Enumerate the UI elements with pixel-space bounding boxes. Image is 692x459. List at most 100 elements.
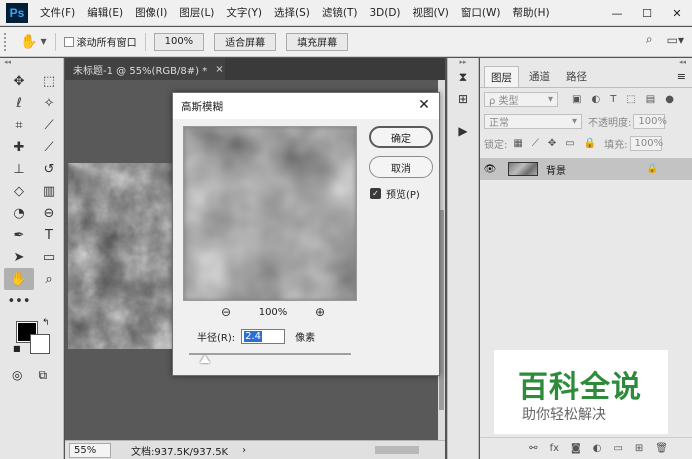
menu-help[interactable]: 帮助(H) [513,5,550,20]
blend-mode-select[interactable]: 正常 ▾ [484,113,582,129]
layer-row[interactable]: 👁 背景 🔒 [480,158,692,180]
default-colors-icon[interactable]: ■ [13,344,21,353]
search-icon[interactable]: ⌕ [646,32,653,47]
preview-toggle[interactable]: ✓ 预览(P) [370,186,420,201]
menu-view[interactable]: 视图(V) [413,5,449,20]
lock-all-icon[interactable]: 🔒 [584,138,596,149]
horizontal-scrollbar[interactable] [325,444,435,456]
radius-slider-track[interactable] [189,353,351,355]
blur-tool-icon[interactable]: ◔ [4,202,34,224]
new-group-icon[interactable]: ▭ [613,443,622,454]
actions-play-icon[interactable]: ▶ [448,120,478,142]
blur-preview[interactable] [183,126,357,301]
smart-object-filter-icon[interactable]: ▤ [646,94,655,105]
fit-screen-button[interactable]: 适合屏幕 [214,32,277,51]
dodge-tool-icon[interactable]: ⊖ [34,202,64,224]
move-tool-icon[interactable]: ✥ [4,70,34,92]
clone-stamp-tool-icon[interactable]: ⊥ [4,158,34,180]
zoom-in-icon[interactable]: ⊕ [315,305,325,319]
menu-select[interactable]: 选择(S) [274,5,310,20]
eyedropper-tool-icon[interactable]: ⟋ [34,114,64,136]
hand-tool-icon[interactable]: ✋ [4,268,34,290]
zoom-tool-icon[interactable]: ⌕ [34,268,64,290]
lasso-tool-icon[interactable]: ℓ [4,92,34,114]
screen-mode-icon[interactable]: ⧉ [38,368,47,383]
background-color[interactable] [30,334,50,354]
menu-window[interactable]: 窗口(W) [461,5,501,20]
type-tool-icon[interactable]: T [34,224,64,246]
shape-filter-icon[interactable]: ⬚ [626,94,635,105]
path-selection-tool-icon[interactable]: ➤ [4,246,34,268]
tab-channels[interactable]: 通道 [523,66,556,87]
gradient-tool-icon[interactable]: ▥ [34,180,64,202]
radius-input[interactable]: 2.4 [241,329,286,344]
quick-mask-icon[interactable]: ◎ [12,368,22,383]
menu-edit[interactable]: 编辑(E) [87,5,123,20]
marquee-tool-icon[interactable]: ⬚ [34,70,64,92]
fill-field[interactable]: 100% [629,135,663,151]
lock-pixels-icon[interactable]: ▦ [513,138,522,149]
adjustment-layer-icon[interactable]: ◐ [593,443,602,454]
more-tools-icon[interactable]: ••• [4,290,34,312]
minimize-button[interactable]: — [602,0,632,26]
document-tab[interactable]: 未标题-1 @ 55%(RGB/8#) * × [65,58,225,80]
menu-file[interactable]: 文件(F) [40,5,75,20]
tab-paths[interactable]: 路径 [560,66,593,87]
menu-layer[interactable]: 图层(L) [179,5,214,20]
menu-image[interactable]: 图像(I) [135,5,167,20]
cancel-button[interactable]: 取消 [369,156,433,178]
pen-tool-icon[interactable]: ✒ [4,224,34,246]
layer-mask-icon[interactable]: ◙ [571,443,581,454]
pixel-filter-icon[interactable]: ▣ [572,94,581,105]
lock-position-icon[interactable]: ✥ [548,138,556,149]
workspace-icon[interactable]: ▭▾ [667,33,684,47]
swap-colors-icon[interactable]: ↰ [42,318,50,328]
panel-collapse-icon[interactable]: ◂◂ [480,58,692,66]
horizontal-scroll-thumb[interactable] [375,446,419,454]
dock-collapse-icon[interactable]: ▸▸ [448,58,478,66]
properties-panel-icon[interactable]: ⊞ [448,88,478,110]
zoom-100-button[interactable]: 100% [153,32,205,51]
toolbox-collapse-icon[interactable]: ◂◂ [0,58,63,66]
zoom-out-icon[interactable]: ⊖ [221,305,231,319]
preview-checkbox[interactable]: ✓ [370,188,381,199]
magic-wand-tool-icon[interactable]: ✧ [34,92,64,114]
chevron-down-icon[interactable]: ▼ [40,37,46,46]
options-grip[interactable] [4,32,10,51]
ok-button[interactable]: 确定 [369,126,433,148]
filter-kind-select[interactable]: ρ 类型 ▾ [484,91,558,107]
close-icon[interactable]: ✕ [415,96,433,114]
type-filter-icon[interactable]: T [610,94,616,105]
adjustment-filter-icon[interactable]: ◐ [591,94,600,105]
lock-paint-icon[interactable]: ⟋ [532,138,539,149]
crop-tool-icon[interactable]: ⌗ [4,114,34,136]
menu-3d[interactable]: 3D(D) [369,7,400,19]
rectangle-tool-icon[interactable]: ▭ [34,246,64,268]
tab-layers[interactable]: 图层 [484,66,519,87]
fill-screen-button[interactable]: 填充屏幕 [286,32,349,51]
visibility-eye-icon[interactable]: 👁 [480,164,500,175]
layer-style-icon[interactable]: fx [550,443,559,454]
zoom-level-field[interactable]: 55% [69,442,111,458]
maximize-button[interactable]: ☐ [632,0,662,26]
link-layers-icon[interactable]: ⚯ [529,443,537,454]
history-panel-icon[interactable]: ⧗ [448,66,478,88]
menu-type[interactable]: 文字(Y) [226,5,262,20]
lock-artboard-icon[interactable]: ▭ [565,138,574,149]
opacity-field[interactable]: 100% [633,113,667,129]
status-arrow[interactable]: › [242,445,246,456]
close-tab-icon[interactable]: × [215,64,223,75]
eraser-tool-icon[interactable]: ◇ [4,180,34,202]
brush-tool-icon[interactable]: ⟋ [34,136,64,158]
close-window-button[interactable]: ✕ [662,0,692,26]
hand-tool-preset-icon[interactable]: ✋ [20,34,37,50]
new-layer-icon[interactable]: ⊞ [635,443,643,454]
healing-brush-tool-icon[interactable]: ✚ [4,136,34,158]
radius-slider-thumb[interactable] [200,355,211,363]
history-brush-tool-icon[interactable]: ↺ [34,158,64,180]
panel-menu-icon[interactable]: ≡ [677,70,686,83]
menu-filter[interactable]: 滤镜(T) [322,5,358,20]
scroll-all-windows-checkbox[interactable] [63,36,74,47]
filter-toggle-icon[interactable]: ● [665,94,674,105]
delete-layer-icon[interactable]: 🗑 [655,443,668,454]
